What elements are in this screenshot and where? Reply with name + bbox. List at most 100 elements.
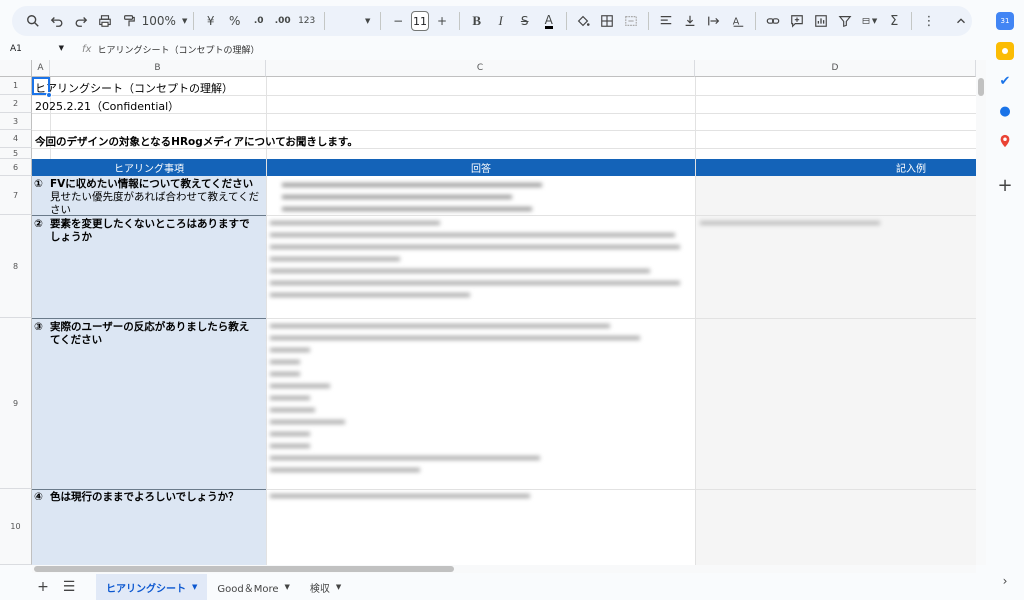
all-sheets-button[interactable]: ☰ (56, 579, 82, 595)
scroll-thumb[interactable] (978, 78, 984, 96)
row-header[interactable]: 1 (0, 77, 32, 95)
text-color-icon: A (544, 12, 553, 29)
header-question[interactable]: ヒアリング事項 (32, 159, 266, 176)
row-header[interactable]: 5 (0, 148, 32, 159)
merge-cells-button[interactable] (620, 9, 642, 33)
functions-button[interactable]: Σ (883, 9, 905, 33)
chevron-down-icon: ▼ (284, 583, 290, 591)
table-view-icon (862, 18, 870, 24)
merge-icon (625, 16, 638, 26)
keep-icon[interactable] (996, 42, 1014, 60)
percent-format-button[interactable]: % (224, 9, 246, 33)
increase-font-size-button[interactable]: + (431, 9, 453, 33)
tasks-icon[interactable]: ✔ (996, 72, 1014, 90)
fill-handle[interactable] (46, 92, 52, 98)
menu-icon: ☰ (62, 579, 76, 595)
bold-button[interactable]: B (466, 9, 488, 33)
cell-reference: A1 (10, 44, 22, 54)
question-3-cell[interactable]: ③ 実際のユーザーの反応がありましたら教えてください (34, 321, 264, 347)
filter-icon (838, 16, 852, 28)
row-header[interactable]: 4 (0, 130, 32, 148)
column-header-a[interactable]: A (32, 60, 50, 77)
row-header[interactable]: 2 (0, 95, 32, 113)
get-addons-button[interactable]: + (996, 175, 1014, 196)
question-1-cell[interactable]: ① FVに収めたい情報について教えてください 見せたい優先度があれば合わせて教えて… (34, 178, 264, 217)
tab-inspection[interactable]: 検収 ▼ (300, 574, 351, 600)
font-family-select[interactable]: ▼ (330, 9, 374, 33)
question-subtext: 見せたい優先度があれば合わせて教えてください (50, 191, 260, 216)
column-header-c[interactable]: C (266, 60, 695, 77)
insert-comment-button[interactable] (786, 9, 808, 33)
question-text: 実際のユーザーの反応がありましたら教えてください (50, 321, 250, 346)
chevron-up-icon (957, 18, 965, 24)
collapse-toolbar-button[interactable] (950, 9, 972, 33)
question-2-cell[interactable]: ② 要素を変更したくないところはありますでしょうか (34, 218, 264, 244)
row-header[interactable]: 7 (0, 176, 32, 215)
question-4-cell[interactable]: ④ 色は現行のままでよろしいでしょうか？ (34, 491, 264, 504)
tab-hearing-sheet[interactable]: ヒアリングシート ▼ (96, 574, 208, 600)
strikethrough-button[interactable]: S (514, 9, 536, 33)
create-filter-button[interactable] (834, 9, 856, 33)
tab-label: Good＆More (217, 583, 279, 595)
expand-panel-button[interactable]: › (996, 572, 1014, 590)
select-all-corner[interactable] (0, 60, 32, 77)
insert-chart-button[interactable] (810, 9, 832, 33)
formula-input[interactable]: ヒアリングシート（コンセプトの理解） (97, 43, 259, 56)
sheet-title-cell[interactable]: ヒアリングシート（コンセプトの理解） (35, 80, 233, 96)
decrease-decimal-button[interactable]: .0 (248, 9, 270, 33)
undo-button[interactable] (46, 9, 68, 33)
currency-format-button[interactable]: ¥ (200, 9, 222, 33)
horizontal-scrollbar[interactable] (32, 565, 976, 573)
text-wrapping-button[interactable] (703, 9, 725, 33)
italic-icon: I (498, 13, 503, 28)
toolbar-divider (323, 12, 325, 30)
row-header[interactable]: 8 (0, 215, 32, 318)
print-button[interactable] (94, 9, 116, 33)
search-menus-button[interactable] (22, 9, 44, 33)
name-box[interactable]: A1 ▼ (0, 44, 70, 54)
zoom-select[interactable]: 100% ▼ (141, 9, 188, 33)
insert-link-button[interactable] (762, 9, 784, 33)
filter-views-button[interactable]: ▼ (858, 9, 881, 33)
comment-plus-icon (791, 15, 803, 28)
text-color-button[interactable]: A (538, 9, 560, 33)
contacts-icon[interactable]: ● (996, 102, 1014, 120)
date-cell[interactable]: 2025.2.21（Confidential） (35, 98, 179, 114)
vertical-scrollbar[interactable] (976, 60, 986, 565)
row-header[interactable]: 10 (0, 489, 32, 565)
tab-good-more[interactable]: Good＆More ▼ (207, 574, 300, 600)
horizontal-align-button[interactable] (655, 9, 677, 33)
calendar-icon[interactable]: 31 (996, 12, 1014, 30)
paint-format-button[interactable] (118, 9, 140, 33)
intro-cell[interactable]: 今回のデザインの対象となるHRogメディアについてお聞きします。 (35, 134, 358, 149)
number-format-button[interactable]: 123 (296, 9, 318, 33)
row-header[interactable]: 9 (0, 318, 32, 489)
italic-button[interactable]: I (490, 9, 512, 33)
chart-icon (815, 15, 827, 27)
paint-roller-icon (124, 15, 135, 27)
column-header-b[interactable]: B (50, 60, 266, 77)
redo-button[interactable] (70, 9, 92, 33)
header-example[interactable]: 記入例 (696, 159, 976, 176)
add-sheet-button[interactable]: + (30, 579, 56, 595)
row-header[interactable]: 3 (0, 113, 32, 130)
fill-color-button[interactable] (572, 9, 594, 33)
decrease-font-size-button[interactable]: − (387, 9, 409, 33)
vertical-align-button[interactable] (679, 9, 701, 33)
chevron-down-icon: ▼ (871, 17, 878, 25)
column-header-d[interactable]: D (695, 60, 976, 77)
more-options-button[interactable]: ⋮ (918, 9, 940, 33)
font-size-input[interactable]: 11 (411, 11, 429, 31)
spreadsheet-grid[interactable]: A B C D 1 2 3 4 5 6 7 8 9 10 ヒアリングシート（コン… (0, 60, 976, 565)
toolbar: 100% ▼ ¥ % .0 .00 123 ▼ − 11 + B I S A A… (12, 6, 972, 36)
maps-icon[interactable] (996, 132, 1014, 150)
borders-button[interactable] (596, 9, 618, 33)
scroll-thumb[interactable] (34, 566, 454, 572)
column-border (266, 77, 267, 565)
header-answer[interactable]: 回答 (267, 159, 695, 176)
increase-decimal-button[interactable]: .00 (272, 9, 294, 33)
text-rotation-button[interactable]: A (727, 9, 749, 33)
row-header[interactable]: 6 (0, 159, 32, 176)
question-text: 色は現行のままでよろしいでしょうか？ (50, 491, 239, 503)
zoom-value: 100% (141, 14, 176, 28)
